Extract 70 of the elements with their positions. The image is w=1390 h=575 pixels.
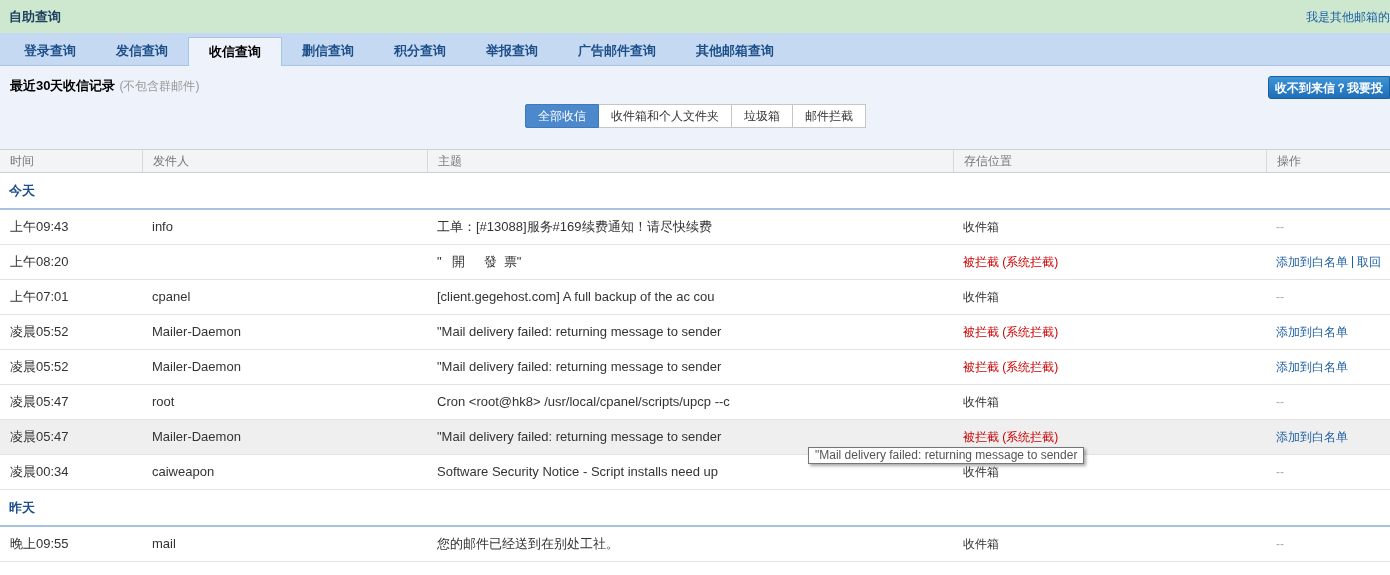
report-button[interactable]: 收不到来信？我要投 [1268,76,1390,99]
location-cell: 收件箱 [963,537,999,551]
sender-cell: caiweapon [152,464,215,480]
column-header: 操作 [1277,153,1301,170]
tab[interactable]: 积分查询 [374,36,466,65]
time-cell: 凌晨05:52 [10,324,69,340]
time-cell: 晚上09:55 [10,536,69,552]
tab[interactable]: 删信查询 [282,36,374,65]
filter-button[interactable]: 邮件拦截 [792,103,866,128]
sender-cell: Mailer-Daemon [152,324,241,340]
location-cell: 收件箱 [963,220,999,234]
subject-cell: "Mail delivery failed: returning message to sender [437,324,722,340]
location-cell: 收件箱 [963,290,999,304]
other-mailbox-link[interactable]: 我是其他邮箱的 [1306,7,1390,26]
action-link[interactable]: 取回 [1357,253,1381,271]
group-heading: 昨天 [9,498,35,517]
tab[interactable]: 收信查询 [188,37,282,66]
location-cell: 被拦截 (系统拦截) [963,255,1059,269]
empty-action: -- [1276,219,1284,236]
column-header: 主题 [438,153,462,170]
action-link[interactable]: 添加到白名单 [1276,428,1348,446]
sender-cell: Mailer-Daemon [152,429,241,445]
sender-cell: root [152,394,175,410]
section-note: (不包含群邮件) [119,77,200,95]
sender-cell: Mailer-Daemon [152,359,241,375]
subject-cell: Software Security Notice - Script installs need up [437,464,719,480]
time-cell: 凌晨05:52 [10,359,69,375]
action-link[interactable]: 添加到白名单 [1276,323,1348,341]
location-cell: 被拦截 (系统拦截) [963,325,1059,339]
sender-cell: cpanel [152,289,191,305]
time-cell: 上午08:20 [10,254,69,270]
time-cell: 上午07:01 [10,289,69,305]
sender-cell: mail [152,536,176,552]
subject-cell: 您的邮件已经送到在别处工社。 [437,536,619,552]
location-cell: 收件箱 [963,395,999,409]
time-cell: 凌晨00:34 [10,464,69,480]
column-header: 存信位置 [964,153,1012,170]
subject-cell: "Mail delivery failed: returning message to sender [437,429,722,445]
empty-action: -- [1276,289,1284,306]
action-link[interactable]: 添加到白名单 [1276,358,1348,376]
empty-action: -- [1276,536,1284,553]
time-cell: 凌晨05:47 [10,429,69,445]
sender-cell: info [152,219,173,235]
action-link[interactable]: 添加到白名单 [1276,253,1348,271]
empty-action: -- [1276,464,1284,481]
subject-cell: 工单：[#13088]服务#169续费通知！请尽快续费 [437,219,712,235]
column-header: 发件人 [153,153,189,170]
time-cell: 凌晨05:47 [10,394,69,410]
location-cell: 被拦截 (系统拦截) [963,430,1059,444]
group-heading: 今天 [9,181,35,200]
section-title: 最近30天收信记录 [10,77,116,95]
empty-action: -- [1276,394,1284,411]
tab[interactable]: 登录查询 [4,36,96,65]
filter-button[interactable]: 垃圾箱 [731,103,793,128]
location-cell: 被拦截 (系统拦截) [963,360,1059,374]
time-cell: 上午09:43 [10,219,69,235]
tab[interactable]: 广告邮件查询 [558,36,676,65]
filter-button[interactable]: 全部收信 [524,103,599,128]
subject-cell: "Mail delivery failed: returning message to sender [437,359,722,375]
tab[interactable]: 其他邮箱查询 [676,36,794,65]
tooltip: "Mail delivery failed: returning message to sender [808,447,1085,464]
filter-button[interactable]: 收件箱和个人文件夹 [598,103,732,128]
subject-cell: " 開 發 票" [437,254,522,270]
tab[interactable]: 发信查询 [96,36,188,65]
subject-cell: [client.gegehost.com] A full backup of the ac cou [437,289,715,305]
column-header: 时间 [10,153,34,170]
tab[interactable]: 举报查询 [466,36,558,65]
page-title: 自助查询 [9,7,61,26]
location-cell: 收件箱 [963,465,999,479]
subject-cell: Cron <root@hk8> /usr/local/cpanel/scripts/upcp --c [437,394,730,410]
